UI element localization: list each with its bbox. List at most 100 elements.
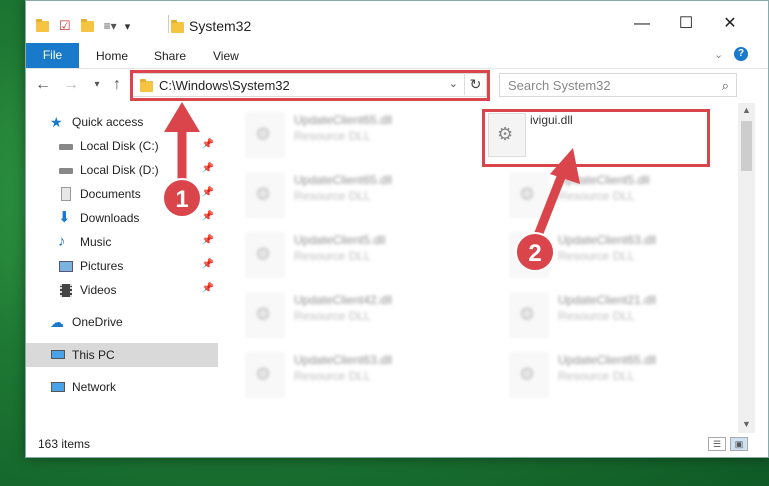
- file-type: Resource DLL: [294, 369, 371, 383]
- search-icon[interactable]: ⌕: [722, 78, 729, 94]
- sidebar-item-downloads[interactable]: ⬇ Downloads 📌: [26, 206, 218, 230]
- sidebar-item-this-pc[interactable]: This PC: [26, 343, 218, 367]
- forward-button[interactable]: →: [62, 76, 80, 94]
- file-item[interactable]: UpdateClient5.dll Resource DLL: [508, 171, 738, 219]
- sidebar-item-label: OneDrive: [72, 315, 123, 329]
- dll-file-icon: [510, 233, 548, 277]
- file-name: UpdateClient5.dll: [558, 173, 650, 187]
- close-button[interactable]: ✕: [720, 14, 740, 34]
- file-item[interactable]: UpdateClient42.dll Resource DLL: [244, 291, 474, 339]
- file-item[interactable]: UpdateClient63.dll Resource DLL: [244, 351, 474, 399]
- file-item[interactable]: UpdateClient21.dll Resource DLL: [508, 291, 738, 339]
- explorer-window: ☑ ≡▾ ▾ System32 — ☐ ✕ File Home Share Vi…: [25, 0, 769, 458]
- chevron-down-icon[interactable]: ▾: [125, 20, 131, 33]
- properties-icon[interactable]: ☑: [59, 18, 71, 34]
- window-folder-icon: [171, 20, 184, 33]
- pin-icon[interactable]: 📌: [202, 139, 214, 150]
- file-type: Resource DLL: [558, 309, 635, 323]
- file-item[interactable]: UpdateClient65.dll Resource DLL: [244, 111, 474, 159]
- status-bar: 163 items ☰ ▣: [26, 433, 768, 457]
- file-name: UpdateClient5.dll: [294, 233, 386, 247]
- back-button[interactable]: ←: [34, 76, 52, 94]
- file-name: UpdateClient65.dll: [558, 353, 657, 367]
- pin-icon[interactable]: 📌: [202, 259, 214, 270]
- file-item[interactable]: UpdateClient63.dll Resource DLL: [508, 231, 738, 279]
- pin-icon[interactable]: 📌: [202, 235, 214, 246]
- title-divider: [168, 15, 169, 33]
- ribbon-tabs: File Home Share View ⌄ ?: [26, 41, 768, 69]
- scroll-up-icon[interactable]: ▲: [738, 105, 755, 115]
- scroll-thumb[interactable]: [741, 121, 752, 171]
- dll-file-icon: [246, 293, 284, 337]
- file-name: UpdateClient65.dll: [294, 173, 393, 187]
- sidebar-item-onedrive[interactable]: ☁ OneDrive: [26, 310, 218, 334]
- file-type: Resource DLL: [294, 249, 371, 263]
- sidebar-item-quick-access[interactable]: ★ Quick access: [26, 110, 218, 134]
- up-button[interactable]: ↑: [108, 76, 126, 94]
- videos-icon: [58, 283, 74, 297]
- maximize-button[interactable]: ☐: [676, 14, 696, 34]
- dll-file-icon: [246, 113, 284, 157]
- details-view-icon[interactable]: ☰: [708, 437, 726, 451]
- file-name: UpdateClient65.dll: [294, 113, 393, 127]
- help-icon[interactable]: ?: [734, 47, 748, 61]
- quick-access-toolbar: ☑ ≡▾ ▾: [36, 18, 130, 34]
- file-name: UpdateClient21.dll: [558, 293, 657, 307]
- sidebar-item-music[interactable]: ♪ Music 📌: [26, 230, 218, 254]
- file-item[interactable]: UpdateClient65.dll Resource DLL: [508, 351, 738, 399]
- tab-view[interactable]: View: [213, 49, 239, 63]
- file-type: Resource DLL: [558, 249, 635, 263]
- sidebar-item-local-disk-d[interactable]: Local Disk (D:) 📌: [26, 158, 218, 182]
- large-icons-view-icon[interactable]: ▣: [730, 437, 748, 451]
- sidebar-item-documents[interactable]: Documents 📌: [26, 182, 218, 206]
- pin-icon[interactable]: 📌: [202, 211, 214, 222]
- sidebar-item-pictures[interactable]: Pictures 📌: [26, 254, 218, 278]
- file-name: UpdateClient63.dll: [558, 233, 657, 247]
- customize-toolbar-icon[interactable]: ≡▾: [104, 19, 117, 33]
- folder-icon[interactable]: [36, 18, 49, 32]
- dll-file-icon: [246, 173, 284, 217]
- file-item[interactable]: UpdateClient65.dll Resource DLL: [244, 171, 474, 219]
- address-highlight-box: [130, 70, 490, 101]
- sidebar-item-label: Local Disk (C:): [80, 139, 159, 153]
- sidebar-item-label: This PC: [72, 348, 115, 362]
- file-type: Resource DLL: [294, 129, 371, 143]
- file-type: Resource DLL: [294, 309, 371, 323]
- address-row: ← → ▾ ↑ C:\Windows\System32 ⌄ ↻ Search S…: [26, 69, 768, 103]
- sidebar-item-label: Downloads: [80, 211, 140, 225]
- pin-icon[interactable]: 📌: [202, 187, 214, 198]
- dll-file-icon: [510, 293, 548, 337]
- tab-share[interactable]: Share: [154, 49, 186, 63]
- sidebar-item-label: Pictures: [80, 259, 124, 273]
- star-icon: ★: [50, 114, 63, 130]
- sidebar-item-network[interactable]: Network: [26, 375, 218, 399]
- search-input[interactable]: Search System32 ⌕: [499, 73, 737, 97]
- file-item[interactable]: UpdateClient5.dll Resource DLL: [244, 231, 474, 279]
- dll-file-icon: [510, 173, 548, 217]
- scroll-down-icon[interactable]: ▼: [738, 419, 755, 429]
- pin-icon[interactable]: 📌: [202, 283, 214, 294]
- vertical-scrollbar[interactable]: ▲ ▼: [738, 103, 755, 433]
- sidebar-item-local-disk-c[interactable]: Local Disk (C:) 📌: [26, 134, 218, 158]
- minimize-button[interactable]: —: [632, 14, 652, 34]
- sidebar-item-videos[interactable]: Videos 📌: [26, 278, 218, 302]
- file-type: Resource DLL: [558, 189, 635, 203]
- sidebar-item-label: Documents: [80, 187, 141, 201]
- file-name: UpdateClient63.dll: [294, 353, 393, 367]
- sidebar-item-label: Videos: [80, 283, 117, 297]
- recent-locations-button[interactable]: ▾: [88, 79, 106, 90]
- tab-home[interactable]: Home: [96, 49, 128, 63]
- title-bar: ☑ ≡▾ ▾ System32 — ☐ ✕: [26, 1, 768, 41]
- tab-file[interactable]: File: [26, 43, 79, 68]
- download-icon: ⬇: [58, 209, 71, 226]
- sidebar-item-label: Network: [72, 380, 117, 394]
- dll-file-icon: [246, 353, 284, 397]
- drive-icon: [58, 139, 74, 153]
- new-folder-icon[interactable]: [80, 18, 94, 32]
- file-name: UpdateClient42.dll: [294, 293, 393, 307]
- pin-icon[interactable]: 📌: [202, 163, 214, 174]
- expand-ribbon-icon[interactable]: ⌄: [714, 48, 723, 61]
- computer-icon: [50, 348, 66, 362]
- file-type: Resource DLL: [294, 189, 371, 203]
- music-icon: ♪: [58, 233, 66, 250]
